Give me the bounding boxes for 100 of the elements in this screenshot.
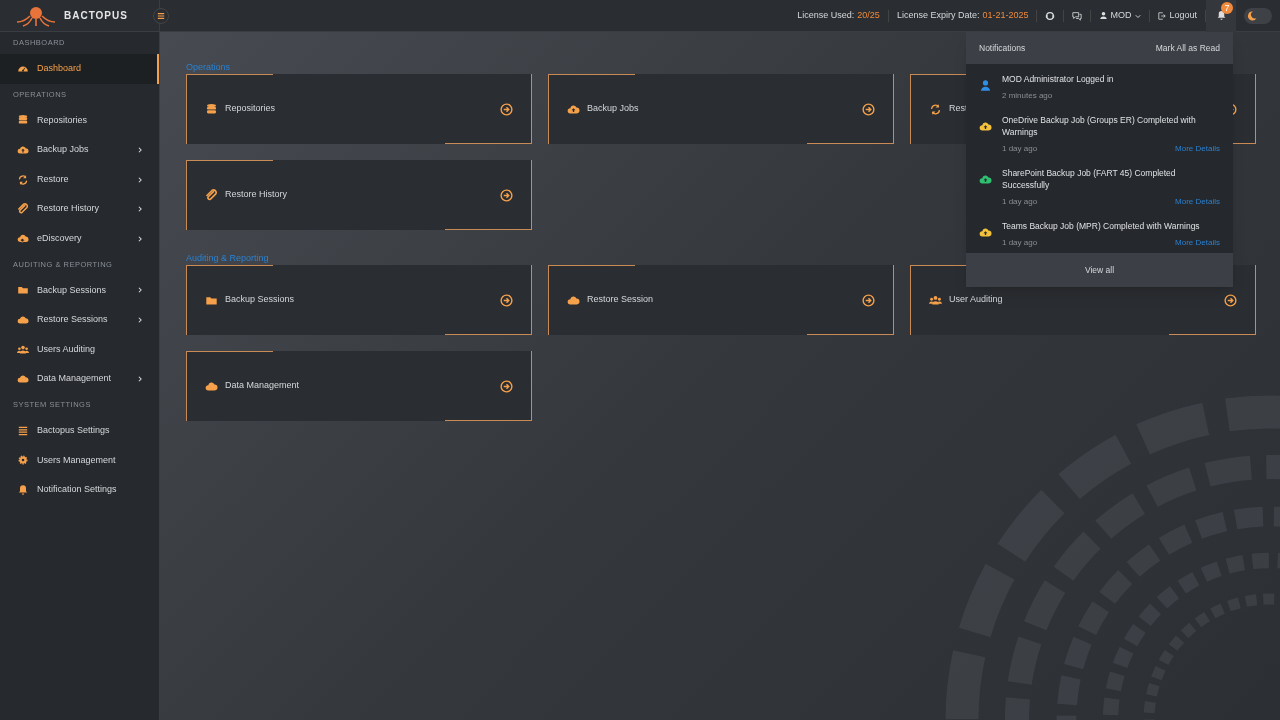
license-used-label: License Used: [797, 8, 855, 22]
card-label: Backup Jobs [587, 102, 640, 116]
cloud-icon [17, 313, 29, 326]
card-label: Repositories [225, 102, 277, 116]
sidebar-item[interactable]: Data Management [0, 364, 159, 394]
more-details-link[interactable]: More Details [1175, 237, 1220, 249]
folder-icon [17, 284, 29, 297]
cloud-upload-icon [979, 120, 992, 133]
sidebar-item[interactable]: Restore Sessions [0, 305, 159, 335]
arrow-circle-icon[interactable] [500, 379, 513, 393]
arrow-circle-icon[interactable] [862, 293, 875, 307]
notification-message: OneDrive Backup Job (Groups ER) Completed with Warnings [1002, 114, 1197, 138]
dashboard-card[interactable]: Backup Sessions [186, 265, 532, 335]
sidebar-item[interactable]: Backup Jobs [0, 135, 159, 165]
view-all-button[interactable]: View all [966, 253, 1233, 287]
sidebar-item-label: Restore History [37, 202, 100, 216]
notification-time: 1 day ago [1002, 237, 1038, 249]
chevron-right-icon [137, 287, 143, 294]
sidebar-item-label: Bactopus Settings [37, 424, 111, 437]
chevron-right-icon [137, 376, 143, 383]
sidebar-item-label: Data Management [37, 372, 113, 386]
sidebar-item[interactable]: Restore History [0, 194, 159, 224]
logo-text: BACTOPUS [64, 9, 128, 23]
users-icon [929, 293, 942, 307]
sidebar-item-label: Dashboard [37, 62, 83, 76]
notification-count-badge: 7 [1221, 1, 1233, 14]
notifications-title: Notifications [979, 41, 1026, 55]
sidebar-item[interactable]: Users Auditing [0, 334, 159, 365]
sidebar-item-label: Users Management [37, 453, 117, 467]
license-expiry-label: License Expiry Date: [896, 8, 980, 22]
arrow-circle-icon[interactable] [500, 188, 513, 202]
notification-time: 2 minutes ago [1002, 90, 1053, 102]
cloud-upload-icon [17, 144, 29, 156]
license-used-value: 20/25 [857, 8, 880, 22]
sidebar-item-label: Backup Sessions [37, 283, 108, 297]
sidebar-item-label: Notification Settings [37, 483, 118, 497]
sidebar-item[interactable]: Notification Settings [0, 475, 159, 505]
sidebar-item[interactable]: Dashboard [0, 54, 159, 84]
bell-icon [17, 483, 29, 496]
notification-message: MOD Administrator Logged in [1002, 73, 1115, 85]
sidebar-item[interactable]: eDiscovery [0, 223, 159, 254]
license-expiry-value: 01-21-2025 [982, 8, 1029, 22]
sidebar-item[interactable]: Users Management [0, 445, 159, 476]
chevron-right-icon [137, 176, 143, 183]
notification-time: 1 day ago [1002, 143, 1038, 155]
settings-icon [17, 454, 29, 467]
cloud-upload-icon [979, 226, 992, 239]
chevron-down-icon [1135, 12, 1142, 19]
chevron-right-icon [137, 235, 143, 242]
section-title: Operations [186, 61, 232, 73]
mark-all-read-link[interactable]: Mark All as Read [1155, 41, 1220, 55]
dashboard-card[interactable]: Backup Jobs [548, 74, 894, 144]
dashboard-card[interactable]: Data Management [186, 351, 532, 421]
notification-message: Teams Backup Job (MPR) Completed with Warnings [1002, 220, 1201, 232]
sidebar-item[interactable]: Repositories [0, 105, 159, 136]
cloud-icon [17, 373, 29, 386]
notification-time: 1 day ago [1002, 196, 1038, 208]
sidebar-item-label: eDiscovery [37, 232, 83, 245]
more-details-link[interactable]: More Details [1175, 143, 1220, 155]
arrow-circle-icon[interactable] [862, 102, 875, 116]
database-icon [17, 114, 29, 127]
card-label: Restore Session [587, 293, 655, 307]
theme-toggle[interactable] [1244, 7, 1272, 24]
bell-icon [1215, 10, 1227, 21]
arrow-circle-icon[interactable] [500, 102, 513, 116]
sidebar-item-label: Users Auditing [37, 342, 97, 356]
card-label: User Auditing [949, 293, 1004, 307]
dashboard-card[interactable]: Restore History [186, 160, 532, 230]
refresh-icon [929, 102, 942, 116]
users-icon [17, 343, 29, 356]
paperclip-icon [205, 188, 218, 202]
notification-message: SharePoint Backup Job (FART 45) Completed Successfully [1002, 167, 1177, 191]
dashboard-card[interactable]: Repositories [186, 74, 532, 144]
user-menu[interactable]: MOD [1099, 8, 1142, 23]
sidebar-item-label: Repositories [37, 113, 89, 127]
logout-button[interactable]: Logout [1158, 8, 1197, 23]
sidebar-item[interactable]: Restore [0, 164, 159, 195]
chat-icon[interactable] [1072, 10, 1083, 21]
more-details-link[interactable]: More Details [1175, 196, 1220, 208]
cloud-upload-icon [979, 173, 992, 186]
sidebar-item-label: Backup Jobs [37, 143, 90, 157]
arrow-circle-icon[interactable] [1224, 293, 1237, 307]
user-icon [979, 79, 992, 92]
list-icon [17, 424, 29, 437]
sidebar-item-label: Restore Sessions [37, 313, 109, 327]
section-title: Auditing & Reporting [186, 252, 270, 264]
menu-icon [157, 11, 165, 20]
arrow-circle-icon[interactable] [500, 293, 513, 307]
user-icon [1099, 11, 1109, 20]
menu-button[interactable] [153, 7, 169, 24]
moon-icon [1247, 10, 1257, 21]
sidebar-item[interactable]: Backup Sessions [0, 275, 159, 306]
sidebar-item[interactable]: Bactopus Settings [0, 415, 159, 446]
sidebar-item-label: Restore [37, 172, 70, 186]
chevron-right-icon [137, 206, 143, 213]
paperclip-icon [17, 203, 29, 216]
logout-icon [1158, 11, 1167, 20]
chevron-right-icon [137, 147, 143, 153]
dashboard-card[interactable]: Restore Session [548, 265, 894, 335]
chevron-right-icon [137, 316, 143, 323]
